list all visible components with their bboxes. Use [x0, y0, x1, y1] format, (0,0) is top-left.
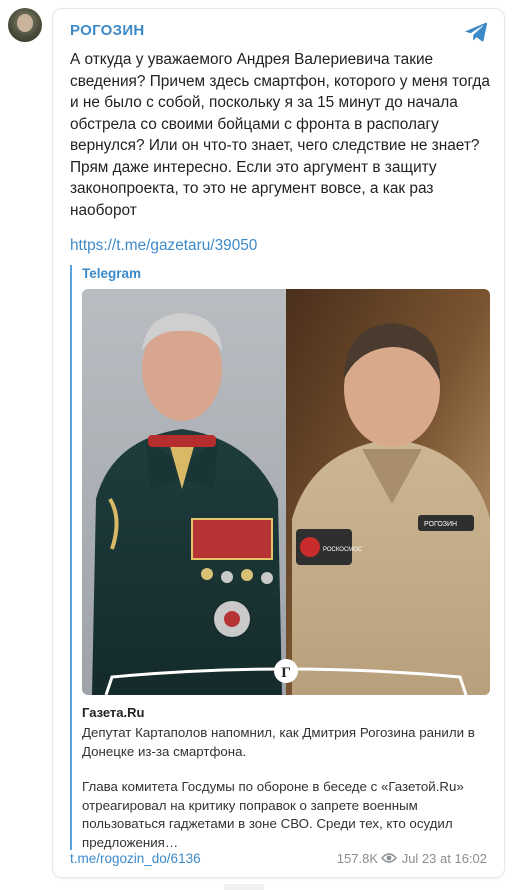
post-date: Jul 23 at 16:02: [401, 851, 487, 866]
preview-source: Telegram: [82, 266, 142, 281]
image-badge: Г: [281, 665, 291, 681]
channel-avatar[interactable]: [8, 8, 42, 42]
telegram-icon[interactable]: [464, 21, 488, 43]
patch-left-text: РОСКОСМОС: [323, 547, 363, 553]
preview-photo-collage: РОСКОСМОС РОГОЗИН Г: [82, 289, 490, 695]
footer-post-link[interactable]: t.me/rogozin_do/6136: [70, 851, 201, 866]
eye-icon: [381, 853, 397, 863]
views-count: 157.8K: [336, 851, 378, 866]
preview-description: Глава комитета Госдумы по обороне в бесе…: [82, 779, 464, 850]
channel-name[interactable]: РОГОЗИН: [70, 22, 145, 39]
post-card: РОГОЗИН А откуда у уважаемого Андрея Вал…: [52, 8, 505, 878]
next-post-stub: [224, 884, 264, 890]
link-preview[interactable]: Telegram РОСКОСМОС РОГОЗИН Г Газета.Ru Д…: [70, 265, 490, 850]
post-text: А откуда у уважаемого Андрея Валериевича…: [70, 51, 490, 219]
preview-image[interactable]: РОСКОСМОС РОГОЗИН Г: [82, 289, 490, 695]
preview-site-name: Газета.Ru: [82, 705, 145, 720]
post-link[interactable]: https://t.me/gazetaru/39050: [70, 237, 257, 255]
preview-title: Депутат Картаполов напомнил, как Дмитрия…: [82, 725, 475, 759]
patch-right-text: РОГОЗИН: [424, 521, 457, 528]
